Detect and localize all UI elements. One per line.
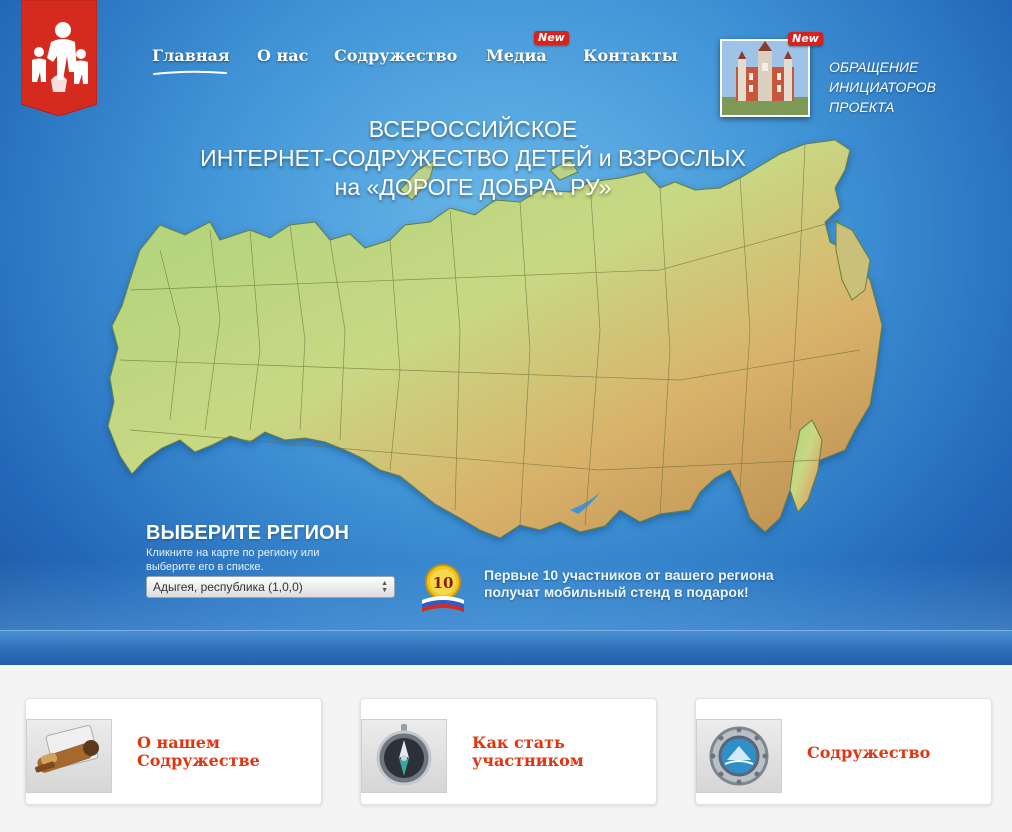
hero-title: ВСЕРОССИЙСКОЕ ИНТЕРНЕТ-СОДРУЖЕСТВО ДЕТЕЙ… <box>150 115 796 202</box>
hero-bottom-band <box>0 630 1012 665</box>
card-label: Как стать участником <box>472 734 652 770</box>
nav-item-label: Содружество <box>334 46 458 65</box>
region-hint: Кликните на карте по региону или выберит… <box>146 547 320 573</box>
card-label-line: участником <box>472 751 584 770</box>
appeal-line: ИНИЦИАТОРОВ <box>829 79 936 95</box>
appeal-line: ОБРАЩЕНИЕ <box>829 59 919 75</box>
promo-line: Первые 10 участников от вашего региона <box>484 567 774 583</box>
new-badge: New <box>534 31 569 45</box>
hero-title-line: ВСЕРОССИЙСКОЕ <box>368 116 578 142</box>
hero-title-line: ИНТЕРНЕТ-СОДРУЖЕСТВО ДЕТЕЙ и ВЗРОСЛЫХ <box>200 145 746 171</box>
appeal-thumbnail[interactable] <box>720 39 810 117</box>
hero-title-line: на «ДОРОГЕ ДОБРА. РУ» <box>334 174 612 200</box>
nav-item-about[interactable]: О нас <box>257 46 308 65</box>
region-select-value: Адыгея, республика (1,0,0) <box>153 580 303 594</box>
appeal-link[interactable]: ОБРАЩЕНИЕ ИНИЦИАТОРОВ ПРОЕКТА <box>829 57 969 117</box>
porthole-icon <box>696 719 782 793</box>
top-ten-badge: 10 <box>418 562 468 612</box>
compass-icon <box>361 719 447 793</box>
hero-section: Главная О нас Содружество Медиа New Конт… <box>0 0 1012 665</box>
region-select[interactable]: Адыгея, республика (1,0,0) ▲ ▼ <box>146 576 395 598</box>
nav-item-label: Главная <box>152 46 230 65</box>
nav-item-community[interactable]: Содружество <box>334 46 457 65</box>
telescope-icon <box>26 719 112 793</box>
top-ten-badge-number: 10 <box>433 574 454 592</box>
nav-item-contacts[interactable]: Контакты <box>583 46 678 65</box>
card-label-line: Содружество <box>807 743 931 762</box>
promo-line: получат мобильный стенд в подарок! <box>484 584 749 600</box>
card-about-community[interactable]: О нашем Содружестве <box>25 698 322 805</box>
card-label-line: Как стать <box>472 733 565 752</box>
card-how-to-join[interactable]: Как стать участником <box>360 698 657 805</box>
select-arrows-icon: ▲ ▼ <box>381 580 388 594</box>
nav-item-label: Медиа <box>486 46 547 65</box>
region-title: ВЫБЕРИТЕ РЕГИОН <box>146 522 349 544</box>
card-label-line: Содружестве <box>137 751 260 770</box>
nav-item-label: О нас <box>257 46 309 65</box>
card-community[interactable]: Содружество <box>695 698 992 805</box>
new-badge: New <box>788 32 823 46</box>
promo-text: Первые 10 участников от вашего региона п… <box>484 567 804 601</box>
card-label-line: О нашем <box>137 733 220 752</box>
nav-item-home[interactable]: Главная <box>152 46 230 75</box>
building-icon <box>722 41 808 115</box>
logo-family-icon[interactable] <box>20 0 98 117</box>
nav-active-underline <box>153 70 227 75</box>
appeal-line: ПРОЕКТА <box>829 99 895 115</box>
card-label: Содружество <box>807 744 987 762</box>
nav-item-media[interactable]: Медиа <box>486 46 547 65</box>
card-label: О нашем Содружестве <box>137 734 317 770</box>
nav-item-label: Контакты <box>583 46 678 65</box>
